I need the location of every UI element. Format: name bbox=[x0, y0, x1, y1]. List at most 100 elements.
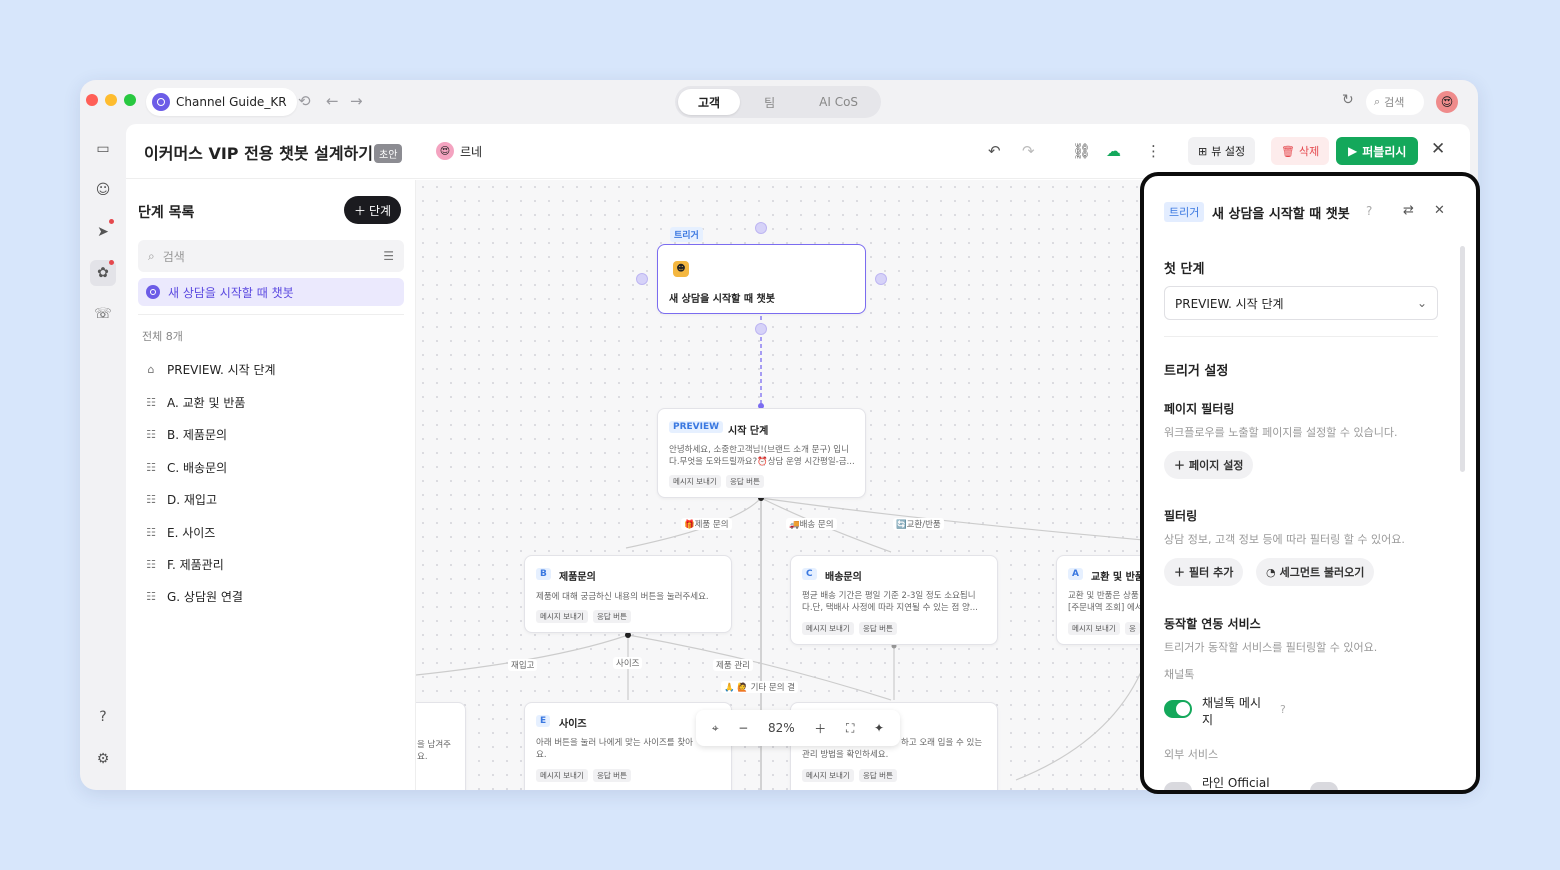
channeltalk-message-toggle[interactable] bbox=[1164, 700, 1192, 718]
owner-name: 르네 bbox=[460, 144, 483, 159]
main-tabs: 고객 팀 AI CoS bbox=[675, 86, 882, 118]
external-services-label: 외부 서비스 bbox=[1164, 748, 1219, 761]
step-node-desc: 제품에 대해 궁금하신 내용의 버튼을 눌러주세요. bbox=[536, 592, 709, 602]
history-icon[interactable]: ⟲ bbox=[298, 92, 311, 110]
sidebar-item-b[interactable]: ☷ B. 제품문의 bbox=[144, 422, 227, 446]
trigger-node[interactable]: ☻ 새 상담을 시작할 때 챗봇 bbox=[657, 244, 866, 314]
edge-label[interactable]: 🚚배송 문의 bbox=[786, 518, 837, 530]
close-window-button[interactable] bbox=[86, 94, 98, 106]
panel-scrollbar[interactable] bbox=[1460, 246, 1465, 472]
contacts-icon[interactable]: ☺ bbox=[90, 177, 116, 203]
undo-icon[interactable]: ↶ bbox=[988, 142, 1001, 160]
tab-team[interactable]: 팀 bbox=[744, 89, 795, 115]
back-arrow-icon[interactable]: ← bbox=[326, 92, 339, 110]
plus-icon: ＋ bbox=[1174, 459, 1185, 472]
settings-gear-icon[interactable]: ⚙ bbox=[90, 746, 116, 772]
step-node-b[interactable]: B 제품문의 제품에 대해 궁금하신 내용의 버튼을 눌러주세요. 메시지 보내… bbox=[524, 555, 732, 633]
swap-icon[interactable]: ⇄ bbox=[1403, 203, 1414, 218]
sidebar-item-preview[interactable]: ⌂ PREVIEW. 시작 단계 bbox=[144, 357, 276, 381]
step-search[interactable]: ⌕ 검색 ☰ bbox=[138, 240, 404, 272]
minimize-window-button[interactable] bbox=[105, 94, 117, 106]
delete-label: 삭제 bbox=[1298, 145, 1320, 158]
preview-tag: PREVIEW bbox=[669, 421, 724, 433]
step-icon: ☷ bbox=[146, 589, 156, 603]
tab-ai-cos[interactable]: AI CoS bbox=[799, 89, 878, 115]
first-step-select[interactable]: PREVIEW. 시작 단계 ⌄ bbox=[1164, 286, 1438, 320]
title-bar: Channel Guide_KR ⟲ ← → 고객 팀 AI CoS ↻ ⌕ 검… bbox=[80, 80, 1478, 124]
user-avatar[interactable]: 😍 bbox=[1436, 91, 1458, 113]
phone-icon[interactable]: ☏ bbox=[90, 301, 116, 327]
add-handle[interactable] bbox=[875, 273, 887, 285]
sidebar-item-e[interactable]: ☷ E. 사이즈 bbox=[144, 520, 215, 544]
sidebar-title: 단계 목록 bbox=[138, 205, 195, 221]
edge-label[interactable]: 🙏 🙋 기타 문의 결 bbox=[721, 681, 799, 693]
channel-message-label-1: 채널톡 메시 bbox=[1202, 696, 1262, 710]
channel-message-label-2: 지 bbox=[1202, 713, 1214, 727]
step-tag: A bbox=[1068, 568, 1083, 580]
line-official-toggle[interactable] bbox=[1164, 782, 1192, 790]
owner[interactable]: 😍 르네 bbox=[436, 142, 482, 160]
step-count: 전체 8개 bbox=[142, 330, 183, 343]
step-node-d[interactable]: 을 남겨주 요. bbox=[416, 702, 466, 790]
help-icon[interactable]: ? bbox=[90, 704, 116, 730]
chip-reply-buttons: 응답 버튼 bbox=[593, 610, 631, 623]
tab-customers[interactable]: 고객 bbox=[678, 89, 741, 115]
notification-dot bbox=[109, 219, 114, 224]
edge-label[interactable]: 제품 관리 bbox=[713, 659, 753, 671]
sidebar-item-f[interactable]: ☷ F. 제품관리 bbox=[144, 552, 224, 576]
refresh-icon[interactable]: ↻ bbox=[1342, 92, 1354, 108]
workspace-switcher[interactable]: Channel Guide_KR bbox=[146, 88, 297, 116]
view-settings-button[interactable]: ⊞ 뷰 설정 bbox=[1188, 137, 1256, 165]
sidebar-item-a[interactable]: ☷ A. 교환 및 반품 bbox=[144, 390, 245, 414]
pointer-icon[interactable]: ⌖ bbox=[712, 721, 719, 736]
maximize-window-button[interactable] bbox=[124, 94, 136, 106]
global-search[interactable]: ⌕ 검색 bbox=[1366, 89, 1424, 115]
redo-icon[interactable]: ↷ bbox=[1022, 142, 1035, 160]
add-step-button[interactable]: ＋ 단계 bbox=[344, 196, 402, 224]
sidebar-item-trigger[interactable]: 새 상담을 시작할 때 챗봇 bbox=[138, 278, 404, 306]
first-step-value: PREVIEW. 시작 단계 bbox=[1175, 296, 1284, 311]
sidebar-item-g[interactable]: ☷ G. 상담원 연결 bbox=[144, 584, 243, 608]
link-icon[interactable]: ⛓ bbox=[1072, 142, 1091, 160]
more-icon[interactable]: ⋮ bbox=[1146, 142, 1161, 160]
publish-button[interactable]: ▶ 퍼블리시 bbox=[1336, 137, 1419, 165]
step-icon: ☷ bbox=[146, 395, 156, 409]
zoom-toolbar: ⌖ − 82% ＋ ⛶ ✦ bbox=[696, 710, 900, 746]
step-node-desc: 다.단, 택배사 사정에 따라 지연될 수 있는 점 양... bbox=[802, 603, 978, 613]
view-icon: ⊞ bbox=[1198, 144, 1208, 158]
add-handle[interactable] bbox=[636, 273, 648, 285]
filter-icon[interactable]: ☰ bbox=[383, 249, 394, 263]
edge-label[interactable]: 🔄교환/반품 bbox=[893, 518, 944, 530]
load-segment-button[interactable]: ◔ 세그먼트 불러오기 bbox=[1256, 558, 1375, 586]
add-handle[interactable] bbox=[755, 222, 767, 234]
preview-node-desc: 다.무엇을 도와드릴까요?⏰상담 운영 시간평일-금... bbox=[669, 457, 855, 467]
zoom-in-button[interactable]: ＋ bbox=[814, 720, 826, 737]
step-icon: ☷ bbox=[146, 427, 156, 441]
edge-label[interactable]: 사이즈 bbox=[613, 657, 643, 669]
close-icon[interactable]: ✕ bbox=[1431, 139, 1445, 159]
auto-layout-icon[interactable]: ✦ bbox=[874, 721, 884, 735]
edge-label[interactable]: 🎁제품 문의 bbox=[681, 518, 732, 530]
page-settings-button[interactable]: ＋ 페이지 설정 bbox=[1164, 451, 1254, 479]
external-service-toggle[interactable] bbox=[1310, 782, 1338, 790]
preview-node[interactable]: PREVIEW 시작 단계 안녕하세요, 소중한고객님!(브랜드 소개 문구) … bbox=[657, 408, 866, 498]
zoom-out-button[interactable]: − bbox=[738, 721, 748, 735]
delete-button[interactable]: 🗑 삭제 bbox=[1271, 137, 1330, 165]
connector-handle[interactable] bbox=[755, 323, 767, 335]
sidebar-item-d[interactable]: ☷ D. 재입고 bbox=[144, 487, 217, 511]
fit-view-icon[interactable]: ⛶ bbox=[846, 721, 854, 736]
sidebar-item-c[interactable]: ☷ C. 배송문의 bbox=[144, 455, 227, 479]
close-icon[interactable]: ✕ bbox=[1434, 203, 1445, 218]
add-filter-button[interactable]: ＋ 필터 추가 bbox=[1164, 558, 1244, 586]
bot-icon: ☻ bbox=[673, 261, 689, 277]
help-icon[interactable]: ? bbox=[1366, 204, 1372, 218]
sidebar-item-label: 새 상담을 시작할 때 챗봇 bbox=[168, 285, 294, 300]
trigger-settings-heading: 트리거 설정 bbox=[1164, 364, 1229, 379]
chip-send-message: 메시지 보내기 bbox=[536, 610, 588, 623]
forward-arrow-icon[interactable]: → bbox=[350, 92, 363, 110]
edge-label[interactable]: 재입고 bbox=[508, 659, 538, 671]
help-icon[interactable]: ? bbox=[1280, 703, 1286, 716]
step-node-c[interactable]: C 배송문의 평균 배송 기간은 평일 기준 2-3일 정도 소요됩니 다.단,… bbox=[790, 555, 998, 645]
trigger-node-title: 새 상담을 시작할 때 챗봇 bbox=[669, 294, 775, 305]
inbox-icon[interactable]: ▭ bbox=[90, 136, 116, 162]
